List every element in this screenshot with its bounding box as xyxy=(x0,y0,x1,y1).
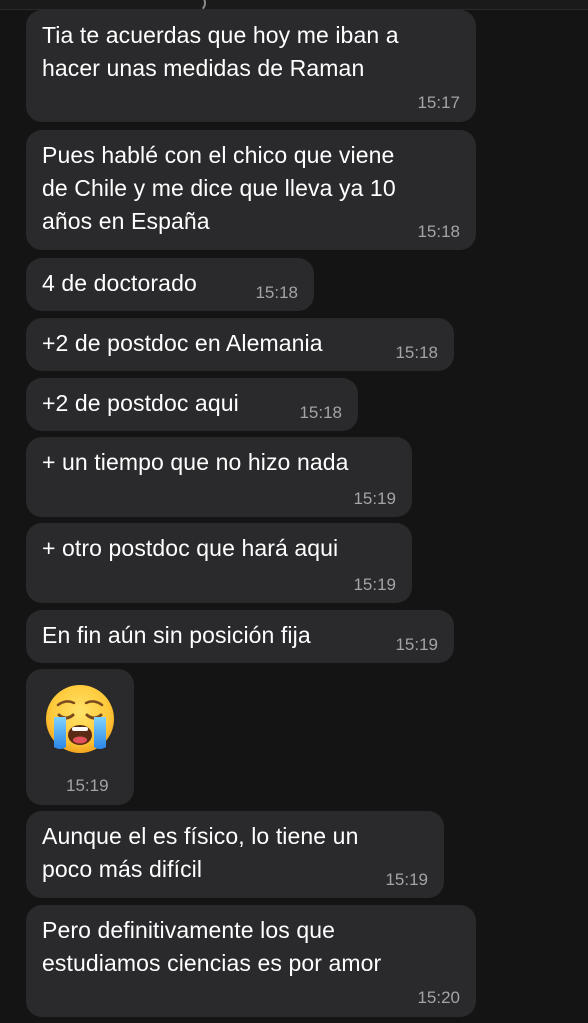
message-bubble[interactable]: Aunque el es físico, lo tiene un poco má… xyxy=(26,811,444,898)
message-timestamp: 15:17 xyxy=(417,93,460,112)
message-text-line: Pero definitivamente los que xyxy=(42,917,336,943)
message-text-line: años en España xyxy=(42,208,210,234)
message-text-line: estudiamos ciencias es por amor xyxy=(42,950,382,976)
message-timestamp: 15:18 xyxy=(417,222,460,241)
message-text-line: Pues hablé con el chico que viene xyxy=(42,142,395,168)
message-timestamp: 15:18 xyxy=(255,283,298,302)
message-text-line: + otro postdoc que hará aqui xyxy=(42,535,339,561)
message-timestamp: 15:18 xyxy=(299,403,342,422)
message-text-line: +2 de postdoc en Alemania xyxy=(42,330,323,356)
message-text-line: poco más difícil xyxy=(42,856,203,882)
message-text-line: Aunque el es físico, lo tiene un xyxy=(42,823,359,849)
message-text-line: + un tiempo que no hizo nada xyxy=(42,449,349,475)
previous-message-edge xyxy=(0,0,588,12)
message-bubble[interactable]: +2 de postdoc aqui 15:18 xyxy=(26,378,358,431)
message-text-line: En fin aún sin posición fija xyxy=(42,622,311,648)
loudly-crying-face-icon xyxy=(46,685,114,753)
message-bubble[interactable]: Pues hablé con el chico que viene de Chi… xyxy=(26,130,476,250)
message-text-line: 4 de doctorado xyxy=(42,270,197,296)
message-timestamp: 15:19 xyxy=(353,489,396,508)
message-timestamp: 15:19 xyxy=(385,870,428,889)
message-timestamp: 15:19 xyxy=(353,575,396,594)
message-bubble[interactable]: +2 de postdoc en Alemania 15:18 xyxy=(26,318,454,371)
message-text-line: Tia te acuerdas que hoy me iban a xyxy=(42,22,399,48)
message-timestamp: 15:20 xyxy=(417,988,460,1007)
message-bubble[interactable]: Tia te acuerdas que hoy me iban a hacer … xyxy=(26,10,476,122)
message-bubble[interactable]: 4 de doctorado 15:18 xyxy=(26,258,314,311)
message-text-line: +2 de postdoc aqui xyxy=(42,390,239,416)
message-timestamp: 15:19 xyxy=(395,635,438,654)
message-bubble[interactable]: En fin aún sin posición fija 15:19 xyxy=(26,610,454,663)
chat-view[interactable]: Tia te acuerdas que hoy me iban a hacer … xyxy=(0,0,588,1023)
message-timestamp: 15:19 xyxy=(66,776,109,795)
message-bubble[interactable]: + otro postdoc que hará aqui 15:19 xyxy=(26,523,412,603)
message-bubble[interactable]: Pero definitivamente los que estudiamos … xyxy=(26,905,476,1017)
message-bubble[interactable]: + un tiempo que no hizo nada 15:19 xyxy=(26,437,412,517)
message-text-line: de Chile y me dice que lleva ya 10 xyxy=(42,175,396,201)
message-timestamp: 15:18 xyxy=(395,343,438,362)
message-text-line: hacer unas medidas de Raman xyxy=(42,55,365,81)
emoji-message-bubble[interactable]: 15:19 xyxy=(26,669,134,805)
